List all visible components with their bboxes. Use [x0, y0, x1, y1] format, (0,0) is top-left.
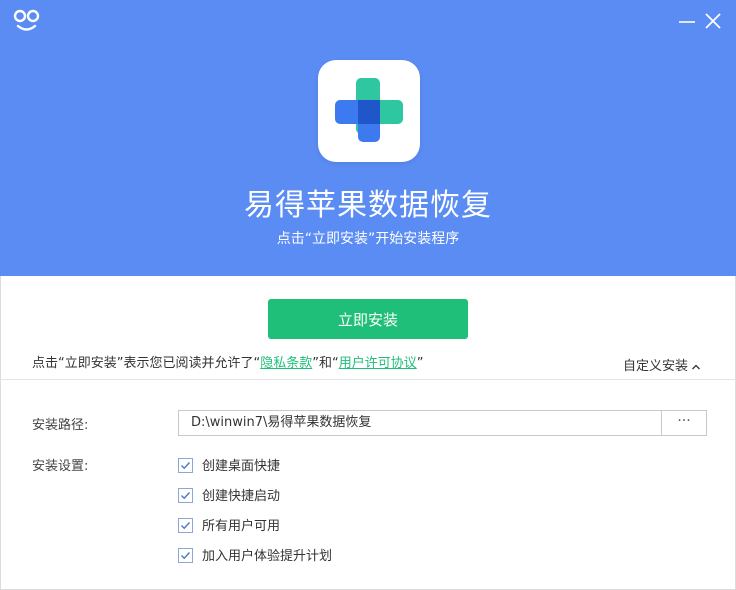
checkbox-checked-icon[interactable] — [178, 458, 193, 473]
close-icon[interactable] — [702, 10, 724, 32]
option-quick-launch[interactable]: 创建快捷启动 — [178, 485, 280, 504]
install-settings-label: 安装设置: — [32, 459, 89, 474]
app-title: 易得苹果数据恢复 — [244, 188, 492, 223]
option-desktop-shortcut[interactable]: 创建桌面快捷 — [178, 455, 280, 474]
option-label: 创建快捷启动 — [202, 489, 281, 504]
section-divider — [0, 379, 736, 380]
privacy-policy-link[interactable]: 隐私条款 — [260, 356, 312, 371]
option-label: 创建桌面快捷 — [202, 459, 281, 474]
checkbox-checked-icon[interactable] — [178, 488, 193, 503]
chevron-up-icon — [692, 364, 700, 369]
browse-button[interactable]: ··· — [661, 410, 707, 436]
header-banner: 易得苹果数据恢复 点击“立即安装”开始安装程序 — [0, 0, 736, 276]
brand-logo-icon — [13, 9, 40, 31]
option-user-experience[interactable]: 加入用户体验提升计划 — [178, 545, 332, 564]
option-all-users[interactable]: 所有用户可用 — [178, 515, 280, 534]
minimize-icon[interactable] — [676, 10, 698, 32]
install-path-input[interactable]: D:\winwin7\易得苹果数据恢复 — [178, 410, 673, 436]
agreement-text: 点击“立即安装”表示您已阅读并允许了“隐私条款”和“用户许可协议” — [32, 356, 424, 371]
medical-cross-icon — [335, 78, 403, 142]
checkbox-checked-icon[interactable] — [178, 518, 193, 533]
app-subtitle: 点击“立即安装”开始安装程序 — [276, 231, 460, 247]
custom-install-toggle[interactable]: 自定义安装 — [623, 355, 701, 374]
checkbox-checked-icon[interactable] — [178, 548, 193, 563]
install-path-label: 安装路径: — [32, 418, 89, 433]
option-label: 加入用户体验提升计划 — [202, 549, 333, 564]
custom-install-label: 自定义安装 — [623, 359, 689, 374]
option-label: 所有用户可用 — [202, 519, 281, 534]
license-agreement-link[interactable]: 用户许可协议 — [339, 356, 417, 371]
install-now-button[interactable]: 立即安装 — [268, 299, 468, 339]
window-border-left — [0, 276, 1, 590]
app-icon — [318, 60, 420, 162]
